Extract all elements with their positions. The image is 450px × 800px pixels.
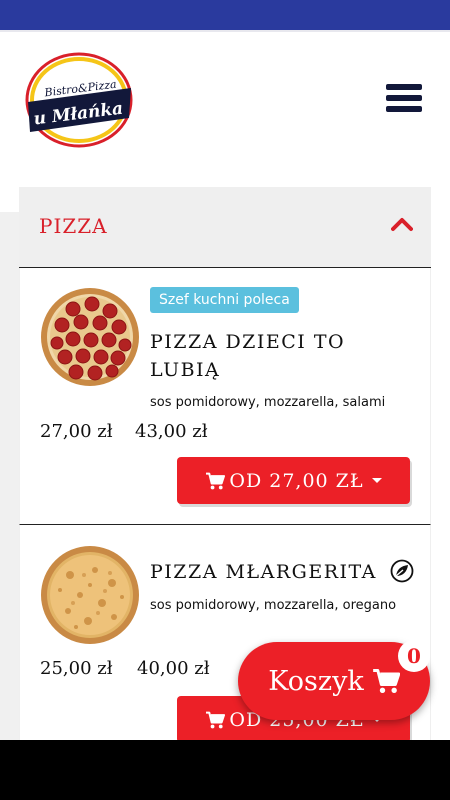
product-ingredients: sos pomidorowy, mozzarella, oregano	[150, 598, 397, 613]
price-large: 43,00 zł	[135, 421, 208, 442]
chef-recommends-badge: Szef kuchni poleca	[150, 287, 299, 313]
cart-icon	[372, 669, 400, 694]
caret-down-icon	[371, 478, 382, 483]
product-ingredients: sos pomidorowy, mozzarella, salami	[150, 395, 386, 410]
cart-label: Koszyk	[268, 665, 364, 697]
hamburger-bar	[386, 106, 422, 112]
product-card: Szef kuchni poleca PIZZA DZIECI TO LUBIĄ…	[19, 268, 431, 525]
header-divider	[0, 30, 450, 32]
cart-icon	[206, 711, 226, 728]
product-name-text: PIZZA MŁARGERITA	[150, 561, 377, 583]
price-small: 27,00 zł	[40, 421, 113, 442]
category-header-pizza[interactable]: PIZZA	[19, 187, 431, 268]
product-card: PIZZA MŁARGERITA sos pomidorowy, mozzare…	[19, 525, 431, 755]
price-large: 40,00 zł	[137, 658, 210, 679]
system-nav-bar	[0, 740, 450, 800]
product-name[interactable]: PIZZA DZIECI TO LUBIĄ	[150, 328, 400, 384]
margherita-pizza-image[interactable]	[40, 545, 140, 645]
pepperoni-pizza-image[interactable]	[40, 287, 140, 387]
product-name[interactable]: PIZZA MŁARGERITA	[150, 558, 414, 586]
status-bar	[0, 0, 450, 30]
hamburger-menu-icon[interactable]	[386, 84, 422, 118]
leaf-icon	[391, 559, 414, 583]
order-button-label: OD 27,00 ZŁ	[229, 469, 364, 492]
category-title: PIZZA	[39, 214, 108, 238]
page-gutter	[0, 212, 20, 752]
cart-count-badge: 0	[398, 640, 430, 672]
chevron-up-icon[interactable]	[391, 216, 413, 232]
order-button[interactable]: OD 27,00 ZŁ	[177, 457, 410, 504]
cart-icon	[206, 472, 226, 489]
price-small: 25,00 zł	[40, 658, 113, 679]
hamburger-bar	[386, 84, 422, 90]
hamburger-bar	[386, 95, 422, 101]
logo[interactable]: Bistro&Pizza u Młańka	[25, 52, 133, 148]
